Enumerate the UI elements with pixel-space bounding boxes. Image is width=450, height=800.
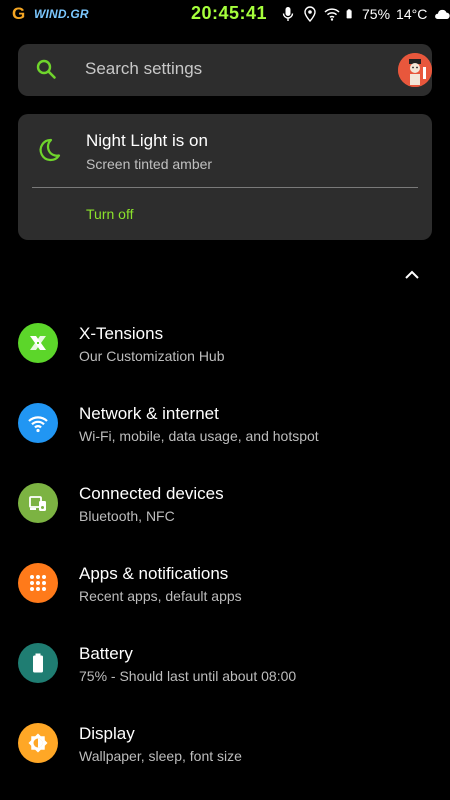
apps-grid-icon bbox=[18, 563, 58, 603]
search-input[interactable] bbox=[85, 59, 375, 79]
cloud-icon bbox=[435, 9, 450, 19]
carrier-logo: G bbox=[12, 4, 26, 23]
location-icon bbox=[304, 6, 316, 22]
search-bar[interactable] bbox=[18, 44, 432, 96]
x-tensions-icon bbox=[18, 323, 58, 363]
wifi-icon bbox=[18, 403, 58, 443]
wifi-status-icon bbox=[324, 8, 340, 21]
item-title: Network & internet bbox=[79, 404, 219, 423]
item-subtitle: Our Customization Hub bbox=[79, 348, 225, 364]
settings-item-connected-devices[interactable]: Connected devices Bluetooth, NFC bbox=[0, 463, 450, 543]
moon-icon bbox=[39, 138, 61, 162]
item-title: Connected devices bbox=[79, 484, 224, 503]
temperature: 14°C bbox=[396, 6, 428, 22]
settings-item-display[interactable]: Display Wallpaper, sleep, font size bbox=[0, 703, 450, 783]
settings-item-network[interactable]: Network & internet Wi-Fi, mobile, data u… bbox=[0, 383, 450, 463]
battery-icon bbox=[18, 643, 58, 683]
brightness-icon bbox=[18, 723, 58, 763]
settings-item-battery[interactable]: Battery 75% - Should last until about 08… bbox=[0, 623, 450, 703]
chevron-up-icon[interactable] bbox=[404, 268, 420, 280]
card-divider bbox=[32, 187, 418, 188]
item-subtitle: Wallpaper, sleep, font size bbox=[79, 748, 242, 764]
item-title: X-Tensions bbox=[79, 324, 164, 343]
status-icons: 75% 14°C bbox=[280, 5, 450, 23]
night-light-subtitle: Screen tinted amber bbox=[86, 156, 213, 172]
night-light-title: Night Light is on bbox=[86, 131, 208, 150]
microphone-icon bbox=[282, 7, 294, 21]
item-title: Display bbox=[79, 724, 135, 743]
settings-item-x-tensions[interactable]: X-Tensions Our Customization Hub bbox=[0, 303, 450, 383]
search-icon bbox=[36, 59, 56, 79]
avatar-image-icon bbox=[398, 53, 432, 87]
night-light-card: Night Light is on Screen tinted amber Tu… bbox=[18, 114, 432, 240]
item-subtitle: Bluetooth, NFC bbox=[79, 508, 175, 524]
status-bar: G WIND.GR 20:45:41 75% 14°C bbox=[0, 0, 450, 28]
item-title: Battery bbox=[79, 644, 133, 663]
settings-item-apps[interactable]: Apps & notifications Recent apps, defaul… bbox=[0, 543, 450, 623]
turn-off-button[interactable]: Turn off bbox=[86, 206, 133, 222]
item-subtitle: Recent apps, default apps bbox=[79, 588, 242, 604]
battery-percentage: 75% bbox=[362, 6, 391, 22]
carrier-name: WIND.GR bbox=[34, 7, 89, 21]
item-title: Apps & notifications bbox=[79, 564, 229, 583]
status-clock: 20:45:41 bbox=[191, 3, 268, 23]
avatar[interactable] bbox=[398, 53, 432, 87]
battery-status-icon bbox=[346, 9, 352, 19]
devices-icon bbox=[18, 483, 58, 523]
item-subtitle: 75% - Should last until about 08:00 bbox=[79, 668, 297, 684]
item-subtitle: Wi-Fi, mobile, data usage, and hotspot bbox=[79, 428, 319, 444]
